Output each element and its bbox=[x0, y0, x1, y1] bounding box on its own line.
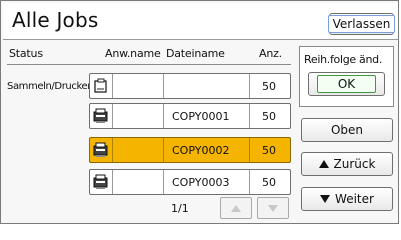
change-order-panel: Reih.folge änd. OK bbox=[299, 46, 394, 107]
job-quantity: 50 bbox=[262, 79, 276, 93]
exit-button-label: Verlassen bbox=[327, 15, 396, 33]
exit-button[interactable]: Verlassen bbox=[327, 13, 396, 35]
job-quantity: 50 bbox=[262, 109, 276, 123]
page-down-button[interactable] bbox=[257, 197, 289, 219]
job-status-value: Sammeln/Drucken bbox=[7, 81, 94, 92]
printer-doc-icon bbox=[90, 74, 113, 98]
back-button-label: Zurück bbox=[333, 157, 376, 171]
page-indicator: 1/1 bbox=[171, 202, 189, 215]
all-jobs-screen: Alle Jobs Verlassen Status Anw.name Date… bbox=[0, 0, 399, 224]
top-button[interactable]: Oben bbox=[301, 118, 393, 142]
column-header-file-name: Dateiname bbox=[166, 47, 225, 60]
next-button-label: Weiter bbox=[335, 192, 374, 206]
page-up-button[interactable] bbox=[220, 197, 252, 219]
job-row[interactable]: 50 bbox=[89, 73, 291, 99]
arrow-down-icon bbox=[320, 195, 331, 203]
column-header-quantity: Anz. bbox=[259, 47, 282, 60]
page-title: Alle Jobs bbox=[12, 8, 99, 32]
next-button[interactable]: Weiter bbox=[301, 187, 393, 211]
triangle-down-icon bbox=[268, 204, 278, 212]
job-row-selected[interactable]: COPY0002 50 bbox=[89, 137, 291, 163]
ok-button-label: OK bbox=[316, 75, 377, 93]
header-divider bbox=[7, 64, 291, 65]
triangle-up-icon bbox=[231, 204, 241, 212]
column-header-user-name: Anw.name bbox=[105, 47, 161, 60]
copier-icon bbox=[90, 170, 113, 194]
job-quantity: 50 bbox=[262, 143, 276, 157]
title-bar: Alle Jobs Verlassen bbox=[3, 3, 398, 40]
copier-icon bbox=[90, 138, 113, 162]
job-file-name: COPY0003 bbox=[163, 170, 250, 194]
job-row[interactable]: COPY0003 50 bbox=[89, 169, 291, 195]
job-row[interactable]: COPY0001 50 bbox=[89, 103, 291, 129]
column-header-status: Status bbox=[9, 47, 43, 60]
change-order-label: Reih.folge änd. bbox=[304, 53, 383, 66]
back-button[interactable]: Zurück bbox=[301, 152, 393, 176]
job-file-name bbox=[163, 74, 250, 98]
job-file-name: COPY0002 bbox=[163, 138, 250, 162]
job-quantity: 50 bbox=[262, 175, 276, 189]
arrow-up-icon bbox=[318, 160, 329, 168]
ok-button[interactable]: OK bbox=[308, 72, 385, 96]
top-button-label: Oben bbox=[330, 123, 364, 137]
copier-icon bbox=[90, 104, 113, 128]
job-file-name: COPY0001 bbox=[163, 104, 250, 128]
